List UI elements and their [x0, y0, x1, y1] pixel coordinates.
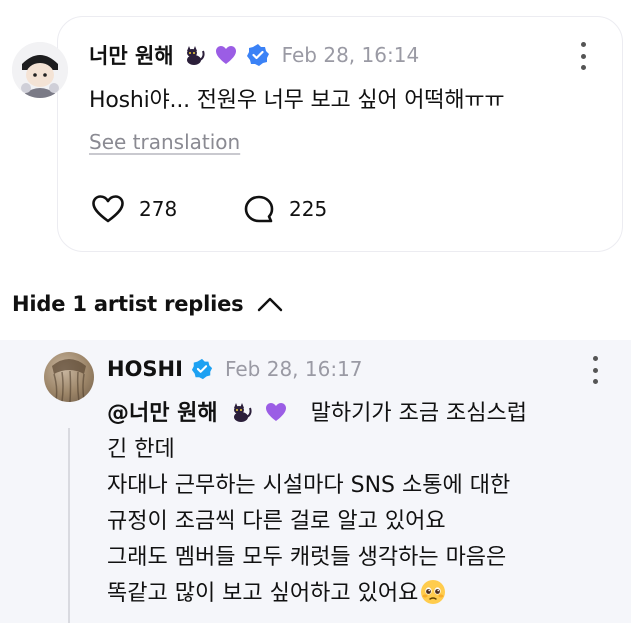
hide-artist-replies-toggle[interactable]: Hide 1 artist replies — [12, 292, 283, 316]
hide-replies-label: Hide 1 artist replies — [12, 292, 244, 316]
reply-first-line-text: 말하기가 조금 조심스럽 — [310, 401, 528, 426]
comment-button[interactable]: 225 — [243, 194, 327, 224]
reply-text: @너만 원해 말하기가 조금 조심스럽 긴 한데 자대나 근무하는 시설마다 S… — [107, 396, 607, 612]
verified-badge-icon — [191, 358, 213, 380]
black-cat-emoji — [182, 43, 206, 67]
reply-more-options-icon[interactable] — [591, 356, 599, 384]
blue-check-badge-icon — [246, 43, 270, 67]
purple-heart-emoji — [214, 43, 238, 67]
user-avatar-image — [12, 42, 68, 98]
comment-count: 225 — [289, 197, 328, 221]
post-author-name[interactable]: 너만 원해 — [89, 40, 174, 70]
artist-avatar-image — [52, 359, 86, 402]
post-timestamp: Feb 28, 16:14 — [281, 43, 420, 67]
see-translation-link[interactable]: See translation — [89, 130, 240, 154]
mention-link[interactable]: @너만 원해 — [107, 401, 218, 426]
reply-line-5: 똑같고 많이 보고 싶어하고 있어요 — [107, 581, 419, 606]
heart-icon — [92, 195, 124, 223]
like-button[interactable]: 278 — [91, 194, 177, 224]
user-avatar[interactable] — [12, 42, 68, 98]
like-count: 278 — [139, 197, 178, 221]
pleading-face-emoji — [420, 579, 446, 605]
reply-timestamp: Feb 28, 16:17 — [224, 357, 363, 381]
purple-heart-emoji — [264, 400, 288, 424]
post-header: 너만 원해 Feb 28, 16:14 — [89, 40, 419, 70]
black-cat-emoji — [229, 400, 253, 424]
reply-line-2: 자대나 근무하는 시설마다 SNS 소통에 대한 — [107, 473, 511, 498]
comment-bubble-icon — [244, 195, 274, 223]
reply-line-3: 규정이 조금씩 다른 걸로 알고 있어요 — [107, 509, 446, 534]
artist-name[interactable]: HOSHI — [107, 357, 183, 381]
post-text: Hoshi야... 전원우 너무 보고 싶어 어떡해ㅠㅠ — [89, 88, 505, 113]
reply-line-1: 긴 한데 — [107, 437, 175, 462]
thread-line — [68, 428, 70, 623]
reply-header: HOSHI Feb 28, 16:17 — [107, 354, 363, 384]
reply-first-line: @너만 원해 말하기가 조금 조심스럽 — [107, 396, 607, 432]
artist-avatar[interactable] — [44, 352, 94, 402]
chevron-up-icon — [258, 297, 283, 312]
post-more-options-icon[interactable] — [579, 42, 587, 70]
reply-line-4: 그래도 멤버들 모두 캐럿들 생각하는 마음은 — [107, 545, 507, 570]
reply-line-5-wrap: 똑같고 많이 보고 싶어하고 있어요 — [107, 576, 607, 612]
